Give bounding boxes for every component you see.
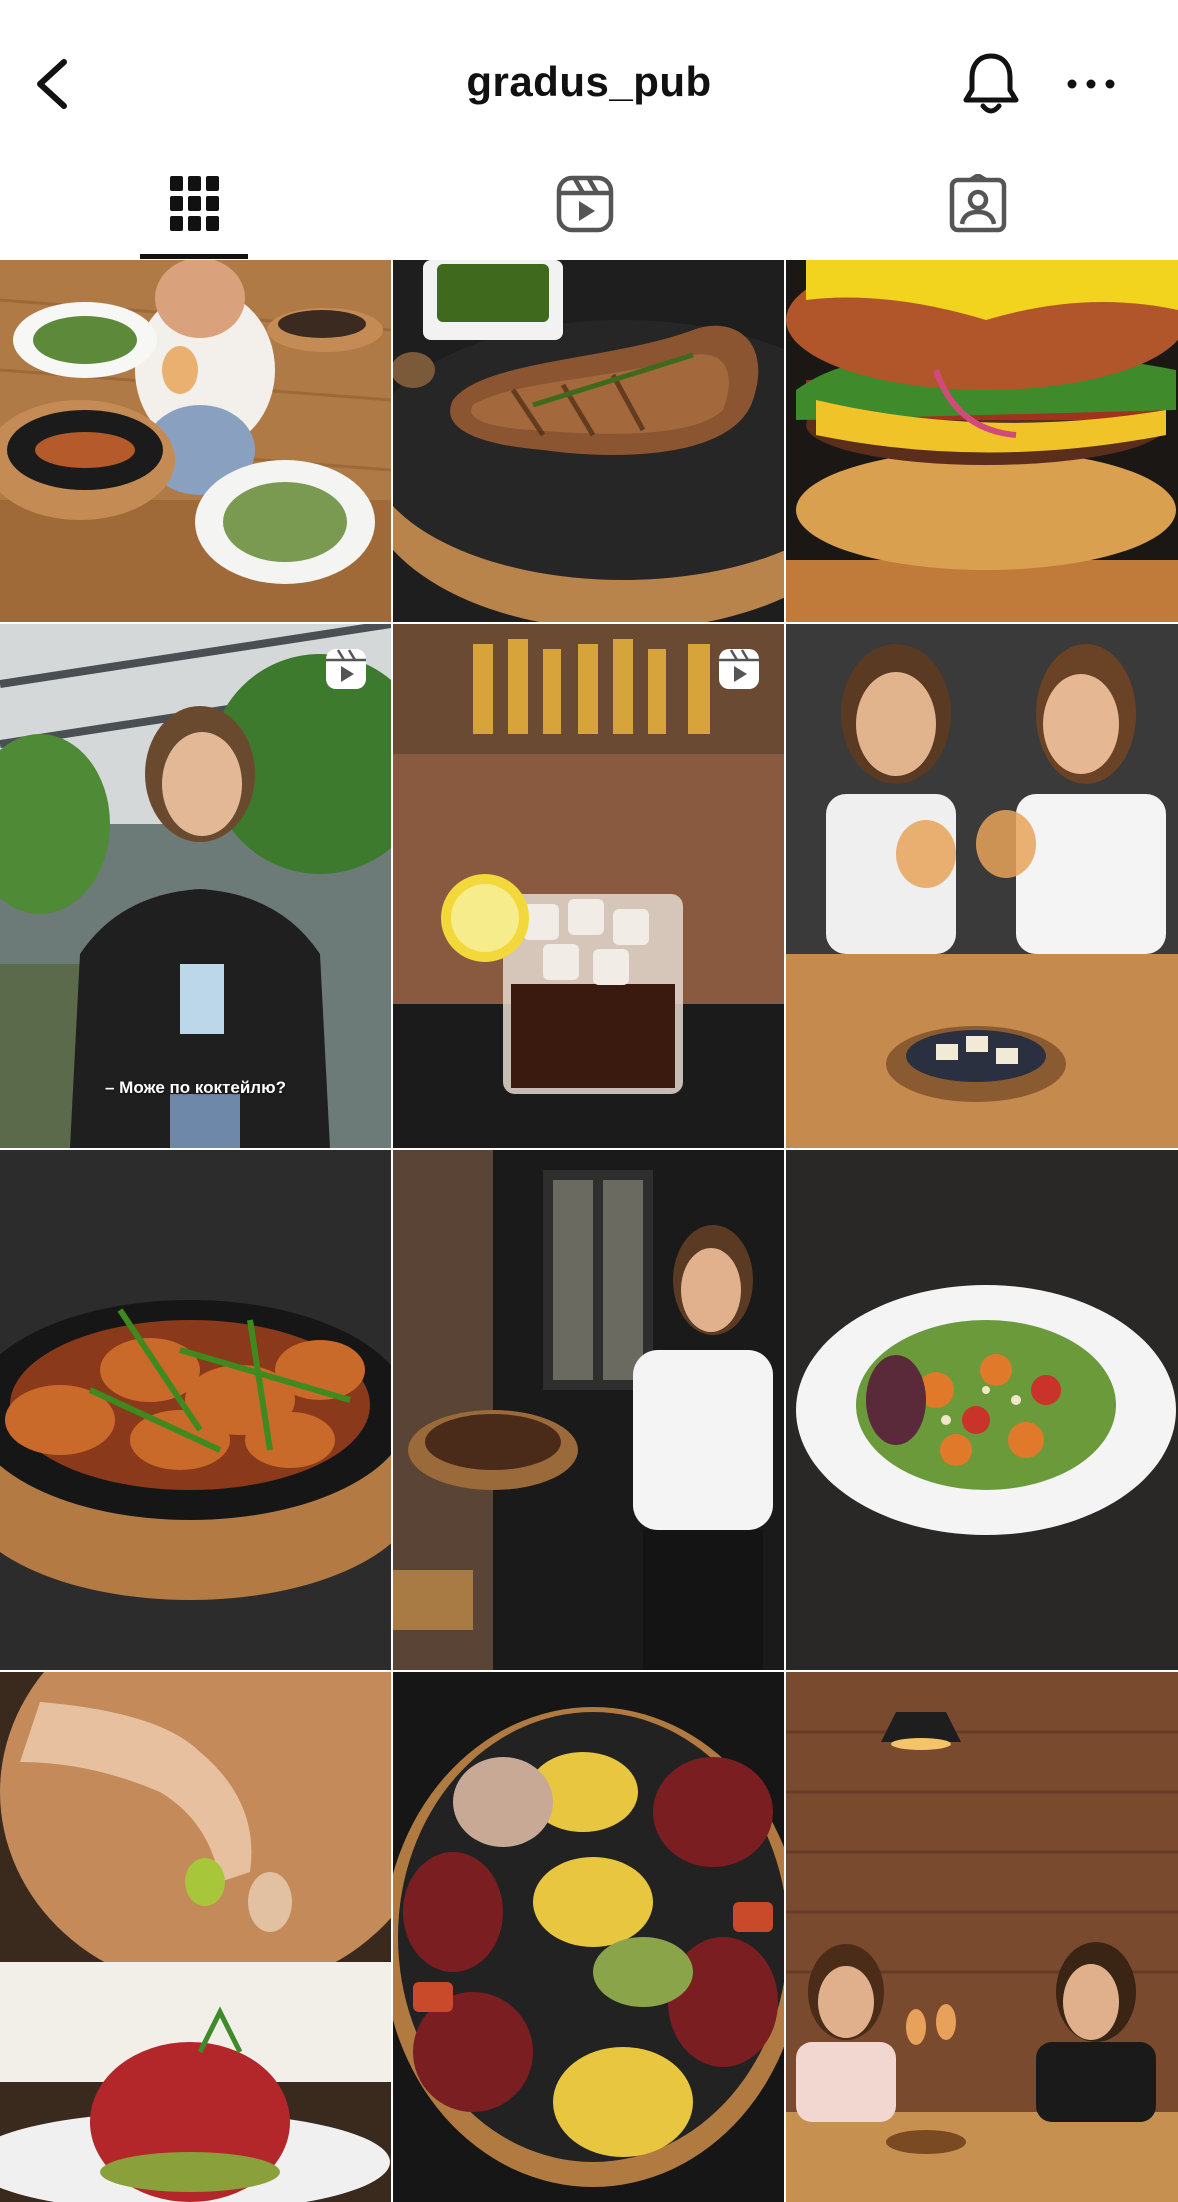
post-photo (786, 624, 1178, 1148)
post-photo (0, 260, 391, 622)
post-thumbnail[interactable] (393, 1150, 784, 1670)
post-thumbnail[interactable] (786, 260, 1178, 622)
post-photo (0, 1672, 391, 2202)
post-photo (393, 1672, 784, 2202)
bell-icon (963, 53, 1019, 114)
post-photo (393, 260, 784, 622)
notifications-button[interactable] (960, 50, 1022, 118)
tab-reels[interactable] (525, 168, 645, 240)
grid-icon (170, 176, 219, 231)
post-thumbnail[interactable] (393, 1672, 784, 2202)
profile-tabs (0, 150, 1178, 260)
post-photo (393, 624, 784, 1148)
post-photo (786, 1150, 1178, 1670)
post-photo (0, 624, 391, 1148)
post-photo (786, 260, 1178, 622)
tab-posts[interactable] (135, 168, 255, 240)
post-photo (786, 1672, 1178, 2202)
post-thumbnail[interactable] (0, 260, 391, 622)
post-thumbnail[interactable] (786, 624, 1178, 1148)
reels-icon (556, 175, 614, 233)
tab-tagged[interactable] (918, 168, 1038, 240)
reel-caption: – Може по коктейлю? (105, 1078, 286, 1097)
post-thumbnail[interactable] (393, 260, 784, 622)
profile-header: gradus_pub (0, 0, 1178, 150)
tagged-icon (949, 174, 1007, 233)
more-button[interactable] (1062, 68, 1120, 100)
post-thumbnail[interactable] (786, 1672, 1178, 2202)
reel-icon (326, 649, 366, 689)
post-thumbnail[interactable] (0, 1150, 391, 1670)
more-horizontal-icon (1067, 79, 1115, 89)
posts-grid: – Може по коктейлю? (0, 260, 1178, 2202)
post-thumbnail[interactable]: – Може по коктейлю? (0, 624, 391, 1148)
active-tab-indicator (140, 254, 248, 259)
post-thumbnail[interactable] (393, 624, 784, 1148)
post-photo (393, 1150, 784, 1670)
reel-icon (719, 649, 759, 689)
post-photo (0, 1150, 391, 1670)
post-thumbnail[interactable] (786, 1150, 1178, 1670)
post-thumbnail[interactable] (0, 1672, 391, 2202)
